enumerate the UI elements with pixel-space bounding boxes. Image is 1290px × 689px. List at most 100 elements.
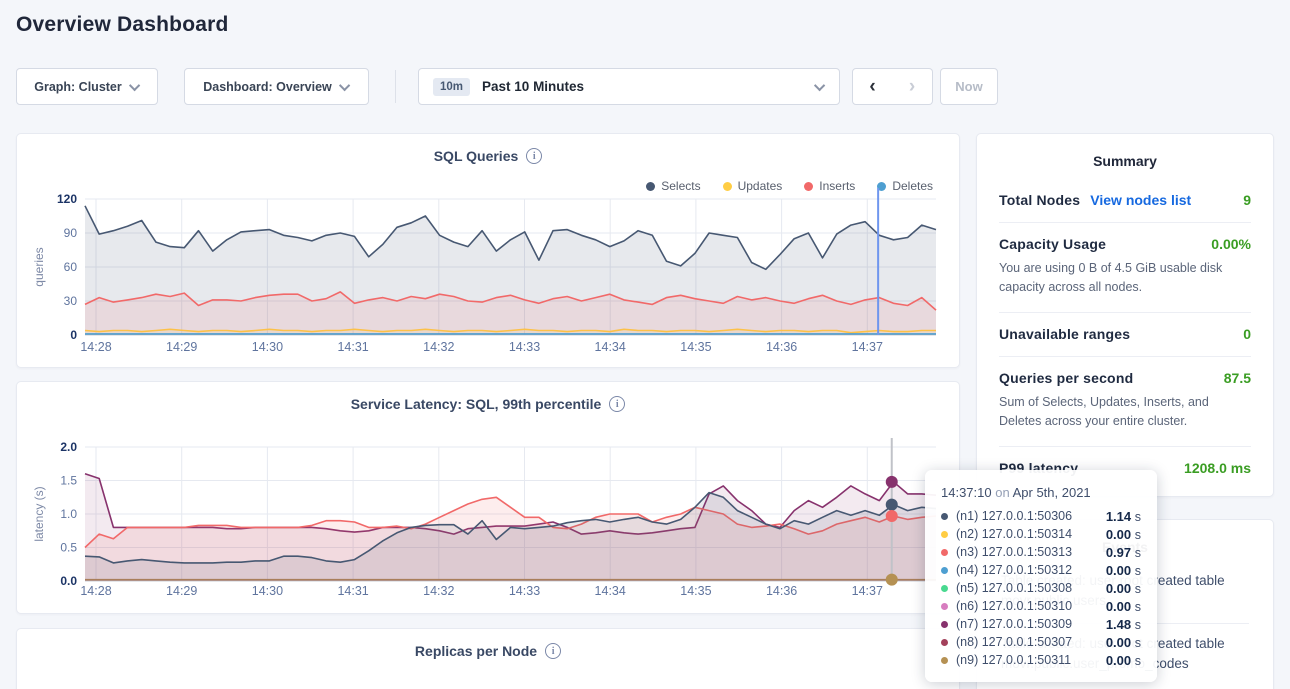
info-icon[interactable]: i [545, 643, 561, 659]
series-color-dot [941, 549, 948, 556]
node-address: (n8) 127.0.0.1:50307 [956, 635, 1072, 649]
node-latency-value: 0.00 s [1106, 653, 1141, 668]
capacity-usage-value: 0.00% [1211, 236, 1251, 252]
chevron-left-icon: ‹ [869, 76, 875, 98]
chevron-right-icon: › [909, 76, 915, 98]
node-latency-value: 0.00 s [1106, 581, 1141, 596]
node-address: (n7) 127.0.0.1:50309 [956, 617, 1072, 631]
svg-text:14:30: 14:30 [252, 340, 283, 354]
dashboard-dropdown[interactable]: Dashboard: Overview [184, 68, 369, 105]
svg-text:120: 120 [57, 192, 77, 206]
capacity-usage-desc: You are using 0 B of 4.5 GiB usable disk… [999, 259, 1251, 298]
tooltip-node-rows: (n1) 127.0.0.1:50306 1.14 s (n2) 127.0.0.1… [941, 507, 1141, 669]
replicas-per-node-title: Replicas per Node [415, 643, 537, 659]
tooltip-node-row: (n7) 127.0.0.1:50309 1.48 s [941, 615, 1141, 633]
node-latency-value: 0.00 s [1106, 635, 1141, 650]
svg-text:14:31: 14:31 [337, 584, 368, 598]
svg-text:14:28: 14:28 [80, 340, 111, 354]
svg-text:14:35: 14:35 [680, 584, 711, 598]
series-color-dot [941, 639, 948, 646]
svg-text:1.5: 1.5 [60, 474, 77, 488]
svg-text:60: 60 [64, 260, 78, 274]
tooltip-node-row: (n1) 127.0.0.1:50306 1.14 s [941, 507, 1141, 525]
tooltip-node-row: (n3) 127.0.0.1:50313 0.97 s [941, 543, 1141, 561]
svg-text:14:30: 14:30 [252, 584, 283, 598]
series-color-dot [941, 567, 948, 574]
capacity-usage-label: Capacity Usage [999, 236, 1106, 252]
svg-text:14:28: 14:28 [80, 584, 111, 598]
node-address: (n4) 127.0.0.1:50312 [956, 563, 1072, 577]
series-color-dot [941, 513, 948, 520]
svg-text:14:37: 14:37 [852, 340, 883, 354]
dashboard-dropdown-label: Dashboard: Overview [203, 80, 332, 94]
now-button[interactable]: Now [940, 68, 998, 105]
time-range-label: Past 10 Minutes [482, 79, 584, 94]
svg-text:14:29: 14:29 [166, 584, 197, 598]
node-address: (n6) 127.0.0.1:50310 [956, 599, 1072, 613]
series-color-dot [941, 621, 948, 628]
svg-text:14:29: 14:29 [166, 340, 197, 354]
chevron-down-icon [814, 79, 825, 90]
summary-row-unavailable: Unavailable ranges 0 [999, 312, 1251, 356]
node-address: (n9) 127.0.0.1:50311 [956, 653, 1071, 667]
time-range-dropdown[interactable]: 10m Past 10 Minutes [418, 68, 840, 105]
svg-text:14:32: 14:32 [423, 340, 454, 354]
queries-per-second-desc: Sum of Selects, Updates, Inserts, and De… [999, 393, 1251, 432]
prev-range-button[interactable]: ‹ [852, 68, 893, 105]
time-range-badge: 10m [433, 78, 470, 96]
svg-text:30: 30 [64, 294, 78, 308]
svg-text:1.0: 1.0 [60, 507, 77, 521]
series-color-dot [941, 585, 948, 592]
svg-text:14:36: 14:36 [766, 584, 797, 598]
view-nodes-list-link[interactable]: View nodes list [1090, 192, 1191, 208]
sql-queries-chart[interactable]: 14:2814:2914:3014:3114:3214:3314:3414:35… [17, 134, 961, 369]
next-range-button[interactable]: › [892, 68, 933, 105]
queries-per-second-label: Queries per second [999, 370, 1133, 386]
svg-text:14:34: 14:34 [595, 340, 626, 354]
toolbar-divider [395, 70, 396, 103]
p99-latency-value: 1208.0 ms [1184, 460, 1251, 476]
page-title: Overview Dashboard [16, 13, 229, 37]
chevron-down-icon [339, 79, 350, 90]
node-latency-value: 1.48 s [1106, 617, 1141, 632]
series-color-dot [941, 531, 948, 538]
node-address: (n2) 127.0.0.1:50314 [956, 527, 1072, 541]
tooltip-node-row: (n6) 127.0.0.1:503100.00 s [941, 597, 1141, 615]
unavailable-ranges-value: 0 [1243, 326, 1251, 342]
now-button-label: Now [955, 79, 982, 94]
svg-text:14:33: 14:33 [509, 340, 540, 354]
sql-queries-panel: SQL Queries i SelectsUpdatesInsertsDelet… [16, 133, 960, 368]
svg-text:latency (s): latency (s) [32, 486, 46, 541]
node-address: (n3) 127.0.0.1:50313 [956, 545, 1072, 559]
tooltip-node-row: (n8) 127.0.0.1:50307 0.00 s [941, 633, 1141, 651]
service-latency-panel: Service Latency: SQL, 99th percentile i … [16, 381, 960, 614]
svg-text:0: 0 [70, 328, 77, 342]
svg-text:14:35: 14:35 [680, 340, 711, 354]
svg-text:14:34: 14:34 [595, 584, 626, 598]
chevron-down-icon [129, 79, 140, 90]
tooltip-node-row: (n9) 127.0.0.1:50311 0.00 s [941, 651, 1141, 669]
svg-text:0.0: 0.0 [60, 574, 77, 588]
service-latency-chart[interactable]: 14:28 14:29 14:30 14:31 14:32 14:33 14:34 14:35… [17, 382, 961, 615]
graph-dropdown[interactable]: Graph: Cluster [16, 68, 158, 105]
summary-panel: Summary Total Nodes View nodes list 9 Ca… [976, 133, 1274, 497]
summary-row-total-nodes: Total Nodes View nodes list 9 [999, 179, 1251, 222]
node-address: (n1) 127.0.0.1:50306 [956, 509, 1072, 523]
node-latency-value: 0.00 s [1106, 563, 1141, 578]
svg-text:2.0: 2.0 [60, 440, 77, 454]
svg-text:14:37: 14:37 [852, 584, 883, 598]
unavailable-ranges-label: Unavailable ranges [999, 326, 1130, 342]
svg-text:14:32: 14:32 [423, 584, 454, 598]
summary-row-qps: Queries per second 87.5 Sum of Selects, … [999, 356, 1251, 446]
summary-title: Summary [977, 134, 1273, 169]
node-address: (n5) 127.0.0.1:50308 [956, 581, 1072, 595]
svg-text:14:33: 14:33 [509, 584, 540, 598]
node-latency-value: 1.14 s [1106, 509, 1141, 524]
node-latency-value: 0.97 s [1106, 545, 1141, 560]
replicas-per-node-panel: Replicas per Node i [16, 628, 960, 689]
total-nodes-label: Total Nodes [999, 192, 1080, 208]
svg-text:90: 90 [64, 226, 78, 240]
node-latency-value: 0.00 s [1106, 527, 1141, 542]
svg-text:queries: queries [32, 247, 46, 286]
series-color-dot [941, 603, 948, 610]
